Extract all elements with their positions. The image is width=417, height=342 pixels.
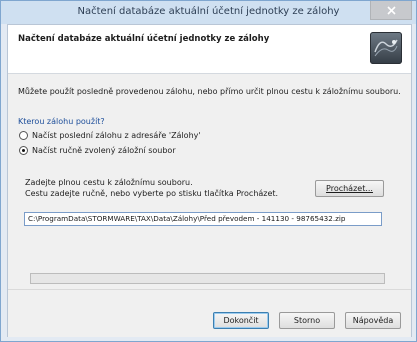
path-hint: Cestu zadejte ručně, nebo vyberte po sti… [25,189,279,198]
option-last-backup-label[interactable]: Načíst poslední zálohu z adresáře 'Záloh… [32,131,201,140]
backup-path-input[interactable]: C:\ProgramData\STORMWARE\TAX\Data\Zálohy… [24,212,382,226]
progress-bar [30,273,385,284]
wizard-icon [370,32,402,64]
cancel-button[interactable]: Storno [279,312,335,329]
finish-button[interactable]: Dokončit [213,312,269,329]
close-icon [386,5,396,15]
dialog-client: Načtení databáze aktuální účetní jednotk… [7,24,412,337]
option-last-backup-radio[interactable] [19,131,28,140]
option-manual-file-label[interactable]: Načíst ručně zvolený záložní soubor [32,146,176,155]
wizard-header: Načtení databáze aktuální účetní jednotk… [8,25,411,74]
browse-button[interactable]: Procházet... [315,180,384,197]
help-button[interactable]: Nápověda [345,312,401,329]
option-manual-file-radio[interactable] [19,146,28,155]
question-label: Kterou zálohu použít? [18,117,105,126]
path-heading: Zadejte plnou cestu k záložnímu souboru. [25,178,193,187]
close-button[interactable] [370,1,412,20]
window-title: Načtení databáze aktuální účetní jednotk… [77,6,340,17]
intro-text: Můžete použít posledně provedenou zálohu… [18,87,401,96]
header-title: Načtení databáze aktuální účetní jednotk… [18,34,270,44]
title-bar[interactable]: Načtení databáze aktuální účetní jednotk… [1,1,416,24]
browse-button-label: Procházet... [326,184,373,193]
dialog-window: Načtení databáze aktuální účetní jednotk… [0,0,417,342]
